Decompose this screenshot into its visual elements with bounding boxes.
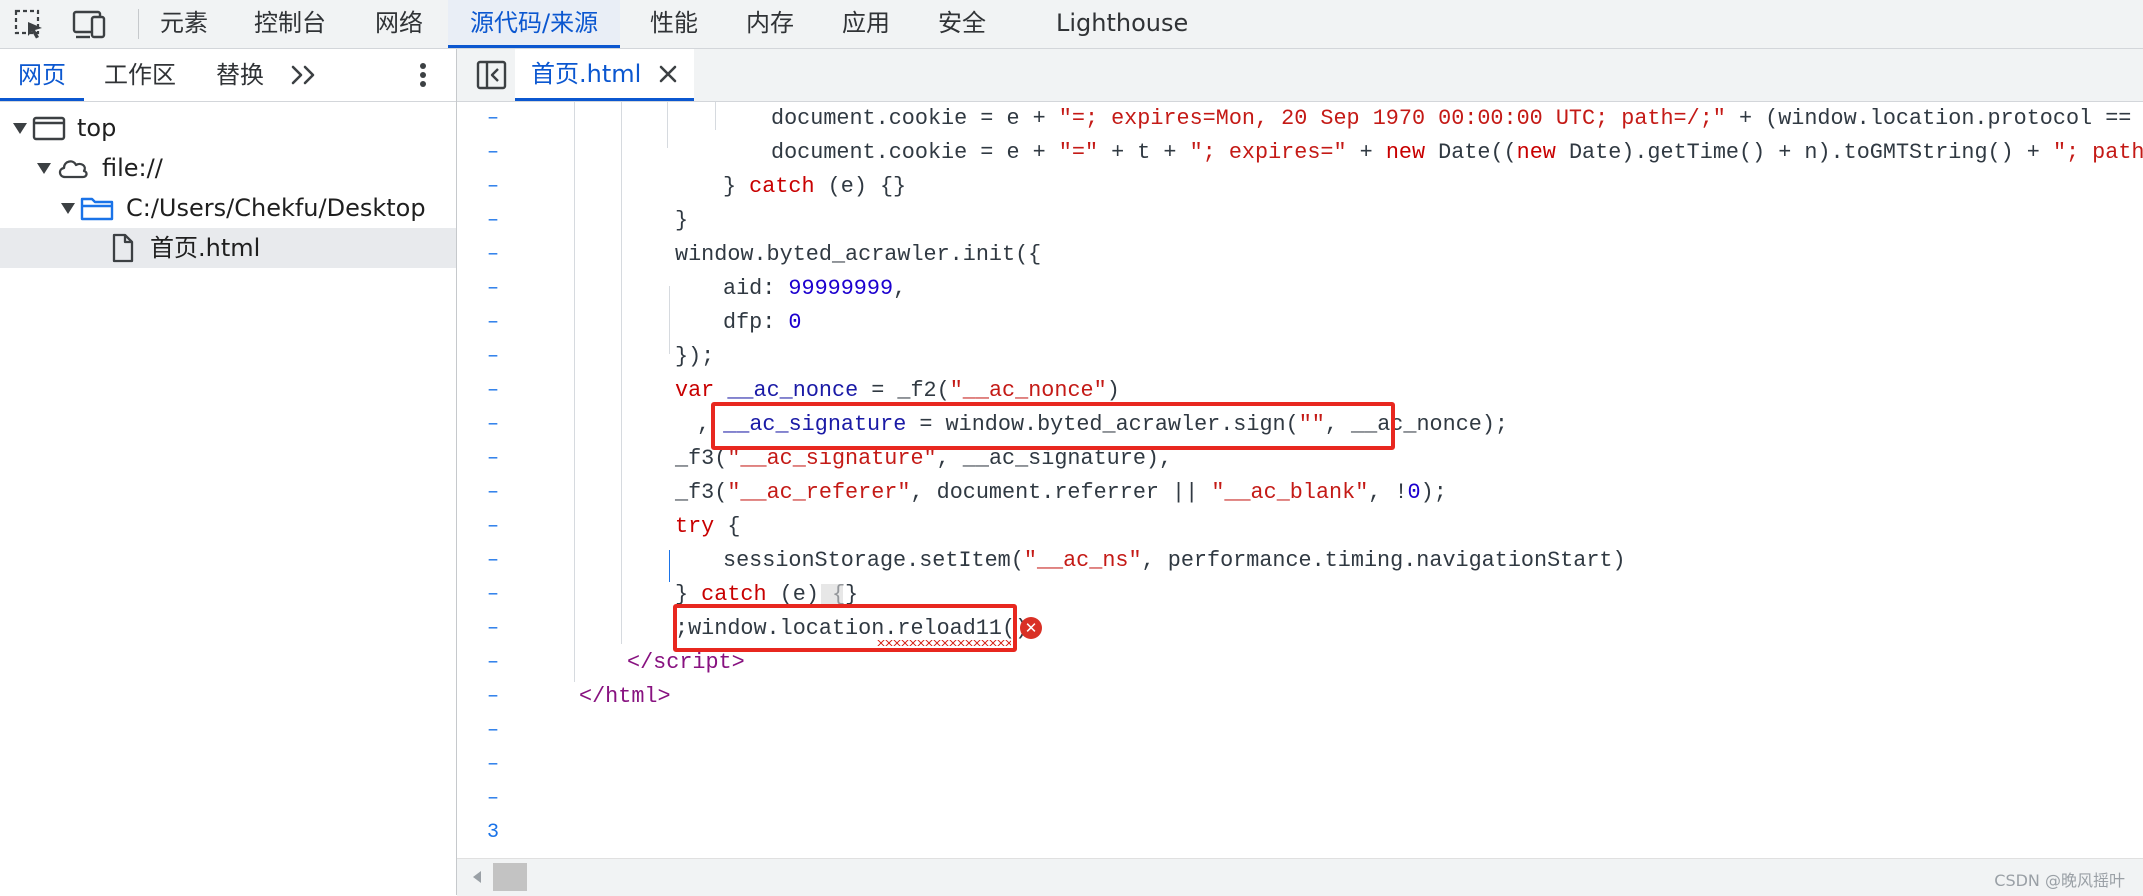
gutter-marker[interactable]: – (457, 578, 529, 612)
tab-page[interactable]: 网页 (0, 49, 84, 101)
error-icon[interactable]: ✕ (1020, 617, 1042, 639)
gutter-marker[interactable]: – (457, 544, 529, 578)
file-icon (112, 233, 134, 263)
navigator-tabs: 网页 工作区 替换 (0, 49, 456, 102)
scrollbar-thumb[interactable] (493, 863, 527, 891)
tab-performance[interactable]: 性能 (628, 0, 720, 48)
gutter-marker[interactable]: – (457, 170, 529, 204)
code-line: document.cookie = e + "=; expires=Mon, 2… (771, 106, 2143, 131)
gutter-marker[interactable]: – (457, 408, 529, 442)
gutter-marker[interactable]: – (457, 204, 529, 238)
gutter-marker[interactable]: – (457, 374, 529, 408)
gutter-marker[interactable]: – (457, 238, 529, 272)
more-options-icon[interactable] (410, 59, 436, 91)
tree-label: top (77, 114, 117, 142)
tab-elements[interactable]: 元素 (138, 0, 230, 48)
code-line: }); (675, 344, 715, 369)
tab-workspace[interactable]: 工作区 (86, 49, 194, 101)
code-line: </html> (579, 684, 671, 709)
code-line: _f3("__ac_referer", document.referrer ||… (675, 480, 1447, 505)
tab-security[interactable]: 安全 (916, 0, 1008, 48)
tree-item-file-homepage[interactable]: 首页.html (0, 228, 456, 268)
code-line: dfp: 0 (723, 310, 802, 335)
tree-item-folder-desktop[interactable]: C:/Users/Chekfu/Desktop (0, 188, 456, 228)
gutter-marker[interactable]: – (457, 612, 529, 646)
code-line: } catch (e) {} (723, 174, 907, 199)
highlight-box-signature (711, 402, 1395, 450)
expand-triangle-icon[interactable] (36, 160, 52, 176)
indent-guide (715, 102, 716, 130)
gutter-marker[interactable]: – (457, 306, 529, 340)
tree-label: file:// (102, 154, 163, 182)
indent-guide (667, 102, 668, 148)
indent-guide-active (669, 550, 670, 582)
gutter-marker[interactable]: – (457, 476, 529, 510)
indent-guide (574, 102, 575, 682)
toggle-navigator-icon[interactable] (475, 59, 509, 91)
sources-navigator: 网页 工作区 替换 top file:// C:/Users/Chekfu/De… (0, 49, 457, 895)
tree-label: C:/Users/Chekfu/Desktop (126, 194, 426, 222)
gutter-marker[interactable]: – (457, 272, 529, 306)
editor-tab-strip: 首页.html (457, 49, 2143, 102)
expand-triangle-icon[interactable] (12, 120, 28, 136)
tree-label: 首页.html (150, 234, 261, 262)
gutter-marker[interactable]: – (457, 714, 529, 748)
line-number[interactable]: 3 (457, 816, 529, 850)
tab-lighthouse[interactable]: Lighthouse (1034, 0, 1210, 48)
tab-network[interactable]: 网络 (353, 0, 445, 48)
highlight-box-reload (673, 604, 1017, 652)
gutter-marker[interactable]: – (457, 340, 529, 374)
gutter-marker[interactable]: – (457, 680, 529, 714)
devtools-main-toolbar: 元素 控制台 网络 源代码/来源 性能 内存 应用 安全 Lighthouse (0, 0, 2143, 49)
close-icon[interactable] (656, 62, 680, 86)
code-line: window.byted_acrawler.init({ (675, 242, 1042, 267)
scroll-left-arrow-icon[interactable] (471, 870, 483, 884)
watermark: CSDN @晚风摇叶 (1994, 871, 2125, 890)
cloud-icon (58, 160, 88, 179)
device-toolbar-icon[interactable] (70, 6, 110, 42)
gutter-marker[interactable]: – (457, 136, 529, 170)
indent-guide (669, 286, 670, 354)
gutter-marker[interactable]: – (457, 510, 529, 544)
horizontal-scrollbar[interactable]: CSDN @晚风摇叶 (457, 858, 2143, 896)
tree-item-file-origin[interactable]: file:// (0, 148, 456, 188)
code-line: } (675, 208, 689, 233)
tab-memory[interactable]: 内存 (724, 0, 816, 48)
tab-sources[interactable]: 源代码/来源 (448, 0, 621, 48)
code-editor[interactable]: – – – – – – – – – – – – – – – – – – – – … (457, 102, 2143, 858)
frame-icon (32, 116, 66, 141)
editor-file-tab-label: 首页.html (531, 60, 642, 88)
expand-triangle-icon[interactable] (60, 200, 76, 216)
gutter-marker[interactable]: – (457, 102, 529, 136)
code-line: try { (675, 514, 741, 539)
gutter-marker[interactable]: – (457, 748, 529, 782)
code-line: aid: 99999999, (723, 276, 907, 301)
indent-guide (621, 102, 622, 644)
inspect-element-icon[interactable] (10, 6, 50, 42)
editor-file-tab[interactable]: 首页.html (515, 49, 695, 101)
gutter-marker[interactable]: – (457, 782, 529, 816)
gutter-marker[interactable]: – (457, 646, 529, 680)
tab-application[interactable]: 应用 (820, 0, 912, 48)
code-line: document.cookie = e + "=" + t + "; expir… (771, 140, 2143, 165)
code-line: sessionStorage.setItem("__ac_ns", perfor… (723, 548, 1626, 573)
tab-overrides[interactable]: 替换 (198, 49, 282, 101)
gutter-marker[interactable]: – (457, 442, 529, 476)
tree-item-top[interactable]: top (0, 108, 456, 148)
tab-console[interactable]: 控制台 (232, 0, 348, 48)
folder-icon (80, 197, 114, 221)
more-tabs-chevron-icon[interactable] (288, 59, 322, 91)
